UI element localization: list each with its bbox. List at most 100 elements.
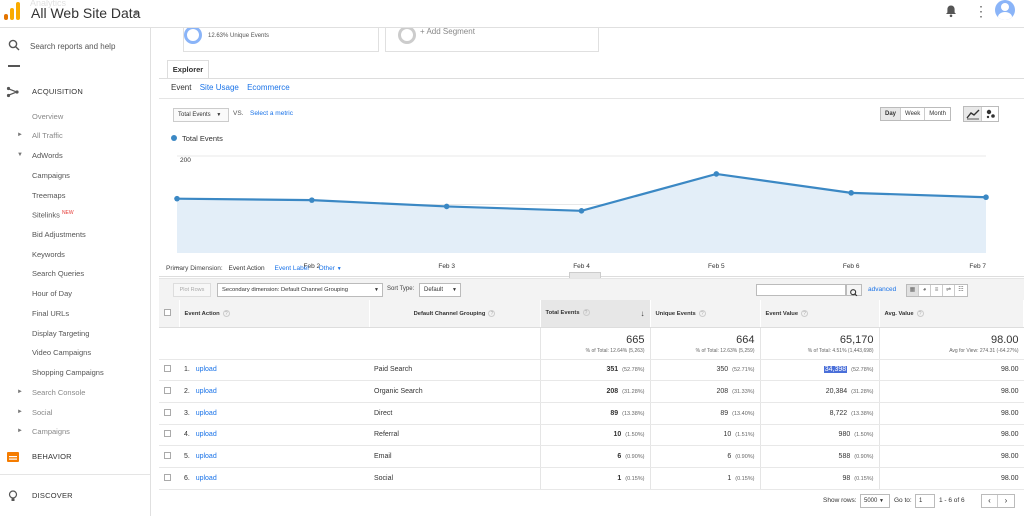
x-tick-label: Feb 7 [969, 263, 986, 270]
sidebar-item-shopping-campaigns[interactable]: Shopping Campaigns [0, 364, 150, 382]
period-month-button[interactable]: Month [925, 108, 950, 120]
unique-events-cell: 350 (52.71%) [649, 359, 760, 382]
sidebar-item-sitelinks[interactable]: Sitelinks NEW [0, 206, 150, 224]
metric-select[interactable]: Total Events ▼ [173, 108, 229, 122]
event-action-link[interactable]: upload [196, 453, 217, 460]
sidebar-item-overview[interactable]: Overview [0, 108, 150, 126]
row-checkbox[interactable] [164, 430, 171, 438]
sidebar-item-campaigns[interactable]: Campaigns [0, 167, 150, 185]
sidebar-item-video-campaigns[interactable]: Video Campaigns [0, 344, 150, 362]
event-action-link[interactable]: upload [196, 388, 217, 395]
sidebar-item-treemaps[interactable]: Treemaps [0, 187, 150, 205]
sort-arrow-down-icon: ↓ [640, 308, 645, 318]
x-tick-label: Feb 6 [843, 263, 860, 270]
table-filter-input[interactable] [756, 284, 846, 296]
col-total-events[interactable]: Total Events? ↓ [539, 300, 651, 328]
select-metric-link[interactable]: Select a metric [250, 110, 293, 117]
show-rows-select[interactable]: 5000 ▼ [860, 494, 890, 508]
data-point [848, 190, 854, 196]
sidebar-item-final-urls[interactable]: Final URLs [0, 305, 150, 323]
line-chart-icon[interactable] [964, 107, 982, 121]
sidebar-section-discover[interactable]: DISCOVER [0, 487, 150, 505]
col-event-value[interactable]: Event Value? [759, 300, 880, 328]
data-point [713, 171, 720, 177]
select-all-checkbox[interactable] [164, 308, 171, 316]
avg-value-cell: 98.00 [878, 445, 1024, 468]
sidebar-item-hour-of-day[interactable]: Hour of Day [0, 285, 150, 303]
advanced-filter-link[interactable]: advanced [868, 286, 896, 293]
subtab-site-usage[interactable]: Site Usage [200, 83, 239, 92]
sidebar-item-campaigns-2[interactable]: ► Campaigns [0, 423, 150, 441]
col-unique-events[interactable]: Unique Events? [649, 300, 761, 328]
plot-rows-button[interactable]: Plot Rows [173, 283, 211, 297]
period-week-button[interactable]: Week [901, 108, 926, 120]
bell-icon[interactable] [944, 4, 958, 18]
subtab-event[interactable]: Event [171, 83, 191, 92]
period-day-button[interactable]: Day [881, 108, 902, 120]
event-action-link[interactable]: upload [196, 475, 217, 482]
avatar[interactable] [995, 0, 1015, 20]
sidebar-item-all-traffic[interactable]: ► All Traffic [0, 127, 150, 145]
sidebar-item-keywords[interactable]: Keywords [0, 246, 150, 264]
sidebar-item-search-console[interactable]: ► Search Console [0, 384, 150, 402]
goto-page-input[interactable]: 1 [915, 494, 935, 508]
caret-down-icon: ▼ [452, 287, 457, 293]
sidebar-item-bid-adjustments[interactable]: Bid Adjustments [0, 226, 150, 244]
next-page-button[interactable]: › [998, 495, 1014, 507]
event-value-cell: 34,398 (52.78%) [759, 359, 879, 382]
help-icon[interactable]: ? [488, 309, 496, 317]
help-icon[interactable]: ? [916, 309, 924, 317]
series-dot-icon [171, 135, 177, 141]
main-content: All Users 12.63% Unique Events + Add Seg… [151, 21, 1024, 516]
help-icon[interactable]: ? [698, 309, 706, 317]
dimension-other-dropdown[interactable]: Other ▼ [319, 265, 342, 272]
dimension-event-label[interactable]: Event Label [274, 265, 308, 272]
comparison-view-icon[interactable]: ⇌ [943, 285, 955, 296]
tab-explorer[interactable]: Explorer [167, 60, 209, 78]
caret-down-icon[interactable]: ▼ [132, 9, 140, 18]
total-events-cell: 208 (31.28%) [539, 380, 650, 403]
filter-search-button[interactable] [846, 284, 862, 297]
event-action-link[interactable]: upload [196, 431, 217, 438]
help-icon[interactable]: ? [801, 309, 809, 317]
page-nav: ‹ › [981, 494, 1015, 508]
acquisition-icon [6, 86, 19, 98]
more-vert-icon[interactable]: ⋮ [974, 3, 988, 19]
motion-chart-icon[interactable] [982, 107, 1000, 121]
row-checkbox[interactable] [164, 473, 171, 481]
search-reports-input[interactable] [30, 37, 148, 55]
analytics-logo-icon[interactable] [4, 2, 20, 20]
sidebar-item-search-queries[interactable]: Search Queries [0, 265, 150, 283]
sidebar-item-display-targeting[interactable]: Display Targeting [0, 325, 150, 343]
secondary-dimension-select[interactable]: Secondary dimension: Default Channel Gro… [217, 283, 383, 297]
col-avg-value[interactable]: Avg. Value? [878, 300, 1024, 328]
row-checkbox[interactable] [164, 452, 171, 460]
col-event-action[interactable]: Event Action? [179, 300, 370, 328]
sidebar-section-behavior[interactable]: BEHAVIOR [0, 448, 150, 466]
unique-events-cell: 208 (31.33%) [649, 380, 760, 403]
performance-view-icon[interactable]: ≡ [931, 285, 943, 296]
sort-type-select[interactable]: Default ▼ [419, 283, 461, 297]
subtab-ecommerce[interactable]: Ecommerce [247, 83, 290, 92]
dimension-event-action[interactable]: Event Action [229, 265, 265, 272]
row-checkbox[interactable] [164, 387, 171, 395]
row-checkbox[interactable] [164, 365, 171, 373]
term-cloud-view-icon[interactable]: ☷ [955, 285, 967, 296]
sidebar-item-adwords[interactable]: ▼ AdWords [0, 147, 150, 165]
view-selector[interactable]: All Web Site Data [31, 5, 140, 21]
sidebar-section-acquisition[interactable]: ACQUISITION [0, 83, 150, 101]
help-icon[interactable]: ? [222, 309, 230, 317]
data-table-view-icon[interactable]: ▦ [907, 285, 919, 296]
total-events-cell: 1 (0.15%) [539, 467, 650, 490]
chart-legend: Total Events [171, 134, 223, 143]
sidebar-item-social[interactable]: ► Social [0, 404, 150, 422]
prev-page-button[interactable]: ‹ [982, 495, 999, 507]
help-icon[interactable]: ? [582, 308, 590, 316]
col-channel-grouping[interactable]: Default Channel Grouping? [369, 300, 541, 328]
row-number: 3. [184, 409, 190, 417]
row-checkbox[interactable] [164, 408, 171, 416]
event-action-link[interactable]: upload [196, 410, 217, 417]
unique-events-cell: 89 (13.40%) [649, 402, 760, 425]
event-action-link[interactable]: upload [196, 366, 217, 373]
pie-view-icon[interactable]: ◕ [919, 285, 931, 296]
